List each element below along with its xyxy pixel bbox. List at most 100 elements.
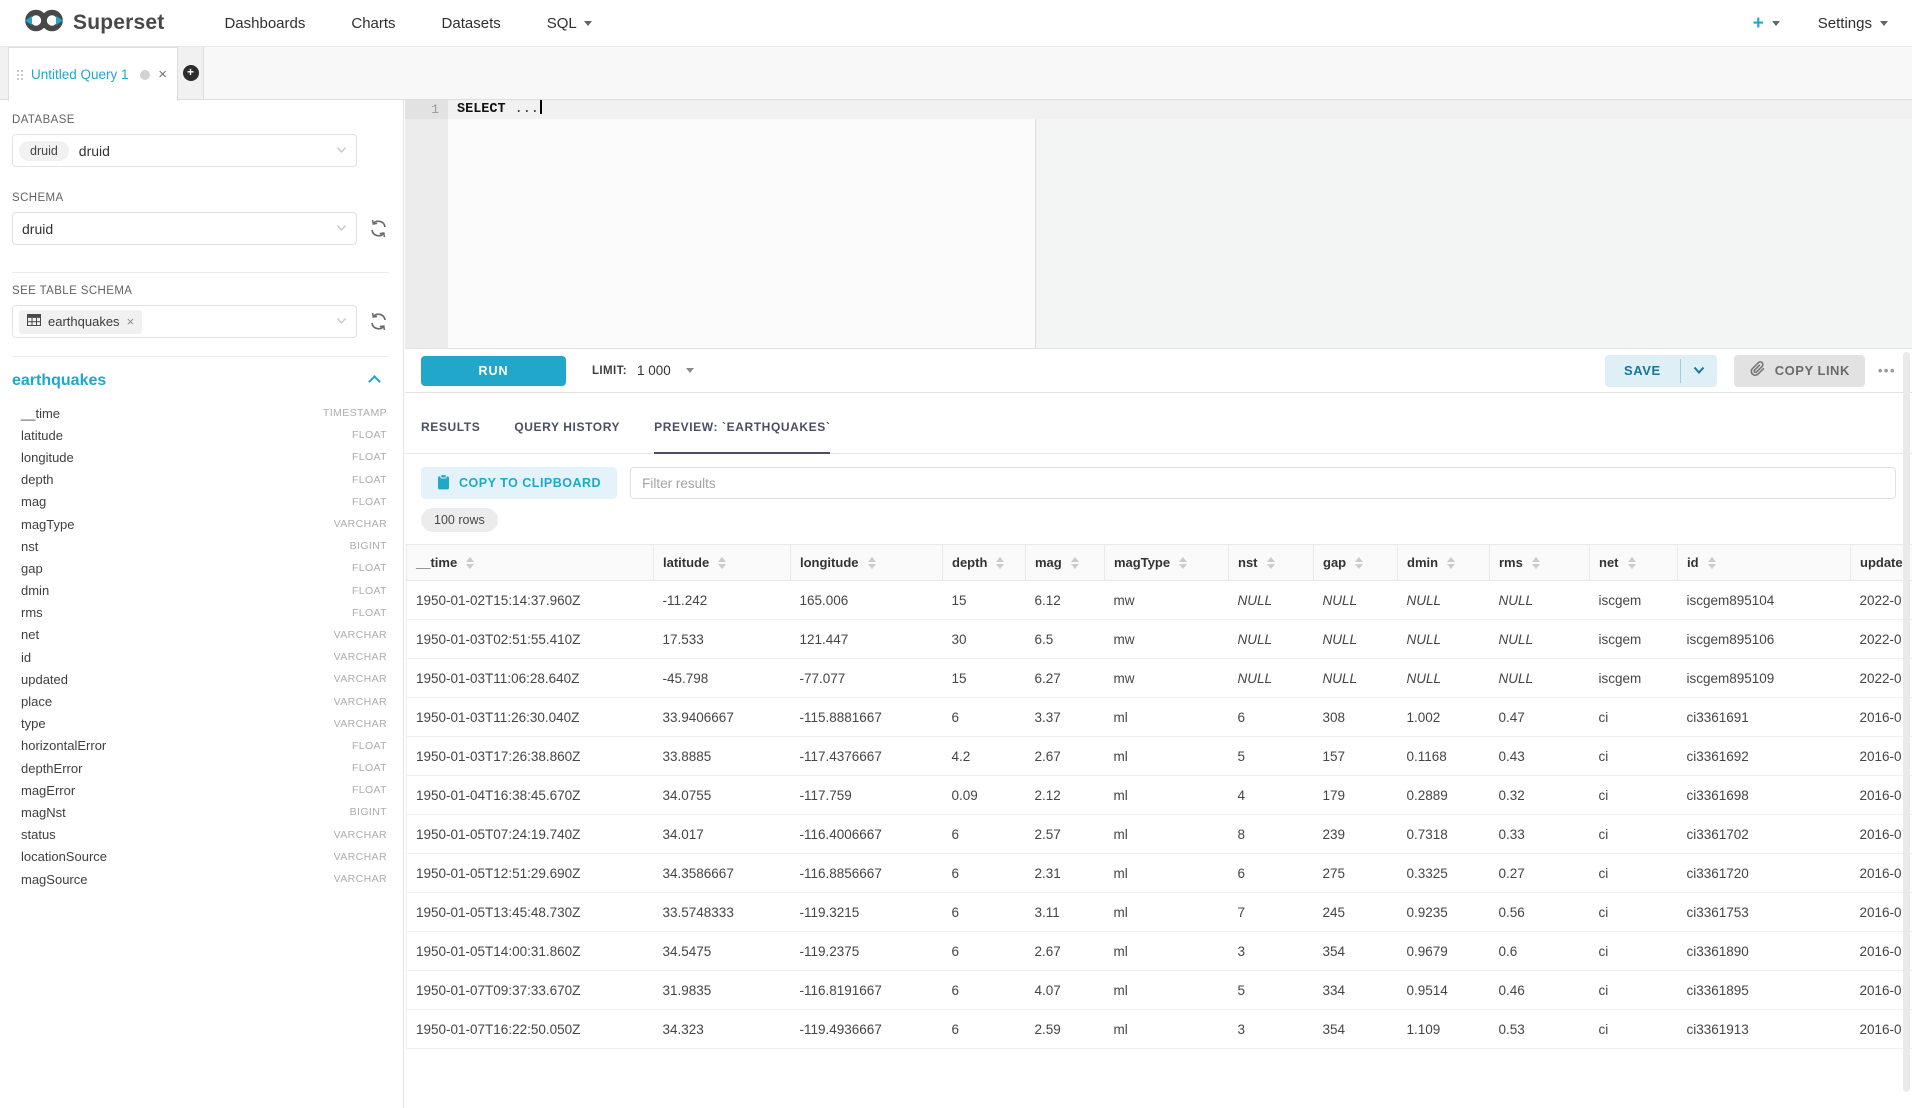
cell-gap: 275 [1314,854,1398,893]
cell-mag: 2.31 [1026,854,1105,893]
filter-results-input[interactable] [630,467,1896,499]
nav-datasets[interactable]: Datasets [442,15,501,32]
column-header[interactable]: gap [1314,545,1398,581]
column-type: VARCHAR [334,651,387,663]
tab-preview-earthquakes[interactable]: PREVIEW: `EARTHQUAKES` [654,420,830,454]
cell-nst: 8 [1229,815,1314,854]
cell-magtype: ml [1105,1010,1229,1049]
schema-column-row: latitude FLOAT [12,424,389,446]
cell-depth: 15 [943,581,1026,620]
column-header[interactable]: magType [1105,545,1229,581]
more-options-button[interactable]: ••• [1878,363,1896,378]
cell-dmin: NULL [1398,620,1490,659]
table-header-row: __time latitude [407,545,1912,581]
cell-nst: 5 [1229,971,1314,1010]
column-type: FLOAT [352,784,387,796]
copy-link-button[interactable]: COPY LINK [1734,355,1865,387]
cell-rms: 0.32 [1490,776,1590,815]
column-name: __time [21,406,60,421]
column-type: VARCHAR [334,873,387,885]
cell-net: ci [1590,1010,1678,1049]
copy-to-clipboard-button[interactable]: COPY TO CLIPBOARD [421,467,617,499]
cell-latitude: 34.323 [654,1010,791,1049]
new-item-button[interactable]: + [1753,14,1780,33]
save-options-button[interactable] [1681,355,1717,387]
close-icon[interactable]: × [127,314,135,329]
cell-nst: 6 [1229,698,1314,737]
column-header[interactable]: longitude [791,545,943,581]
divider [12,272,389,273]
column-header-label: gap [1323,555,1346,570]
column-type: VARCHAR [334,851,387,863]
save-button[interactable]: SAVE [1605,355,1680,387]
table-select[interactable]: earthquakes × [12,305,357,338]
cell-mag: 2.59 [1026,1010,1105,1049]
tab-query-history[interactable]: QUERY HISTORY [514,420,620,453]
cell-mag: 3.11 [1026,893,1105,932]
text-cursor [540,100,542,114]
column-header-label: mag [1035,555,1062,570]
scrollbar[interactable] [1903,352,1910,1092]
column-type: FLOAT [352,474,387,486]
tab-results[interactable]: RESULTS [421,420,480,453]
chevron-down-icon [1772,21,1780,26]
limit-dropdown[interactable]: LIMIT: 1 000 [592,363,694,378]
refresh-schema-icon[interactable] [367,218,389,240]
cell-rms: 0.6 [1490,932,1590,971]
cell-mag: 4.07 [1026,971,1105,1010]
add-tab-button[interactable]: + [178,47,204,99]
sort-icon [1355,557,1363,569]
schema-select[interactable]: druid [12,212,357,245]
database-select[interactable]: druid druid [12,134,357,167]
cell-gap: 354 [1314,932,1398,971]
cell-magtype: ml [1105,737,1229,776]
results-pane: RESULTS QUERY HISTORY PREVIEW: `EARTHQUA… [405,394,1912,1108]
column-header-label: nst [1238,555,1258,570]
column-header[interactable]: dmin [1398,545,1490,581]
close-icon[interactable]: × [158,67,167,82]
chevron-up-icon[interactable] [368,375,381,388]
column-header[interactable]: latitude [654,545,791,581]
nav-sql[interactable]: SQL [547,15,592,32]
sort-icon [718,557,726,569]
column-header[interactable]: depth [943,545,1026,581]
chevron-down-icon [686,368,694,373]
column-header[interactable]: __time [407,545,654,581]
run-button[interactable]: RUN [421,356,566,386]
cell-time: 1950-01-05T13:45:48.730Z [407,893,654,932]
table-tag[interactable]: earthquakes × [19,310,142,334]
column-name: gap [21,561,43,576]
settings-menu[interactable]: Settings [1818,15,1888,32]
cell-dmin: 0.7318 [1398,815,1490,854]
cell-gap: 179 [1314,776,1398,815]
cell-nst: 7 [1229,893,1314,932]
cell-depth: 6 [943,698,1026,737]
schema-column-row: status VARCHAR [12,824,389,846]
table-schema-title: earthquakes [12,372,106,390]
tab-untitled-query-1[interactable]: Untitled Query 1 × [8,47,178,101]
table-tag-label: earthquakes [48,314,120,329]
superset-logo[interactable]: Superset [24,7,164,39]
column-header[interactable]: net [1590,545,1678,581]
cell-rms: 0.27 [1490,854,1590,893]
limit-label: LIMIT: [592,365,627,377]
cell-net: iscgem [1590,659,1678,698]
cell-latitude: -11.242 [654,581,791,620]
cell-net: ci [1590,854,1678,893]
results-tab-bar: RESULTS QUERY HISTORY PREVIEW: `EARTHQUA… [405,394,1912,454]
column-header[interactable]: nst [1229,545,1314,581]
nav-charts[interactable]: Charts [351,15,395,32]
column-header[interactable]: id [1678,545,1851,581]
column-header[interactable]: rms [1490,545,1590,581]
column-type: BIGINT [350,806,387,818]
sql-code-editor[interactable]: 1 SELECT... [405,100,1912,348]
drag-handle-icon[interactable] [17,70,23,80]
nav-dashboards[interactable]: Dashboards [224,15,305,32]
sql-code-rest: ... [515,102,539,117]
cell-magtype: ml [1105,854,1229,893]
cell-magtype: ml [1105,971,1229,1010]
refresh-table-icon[interactable] [367,311,389,333]
column-name: nst [21,539,38,554]
column-header[interactable]: mag [1026,545,1105,581]
column-header-label: net [1599,555,1619,570]
